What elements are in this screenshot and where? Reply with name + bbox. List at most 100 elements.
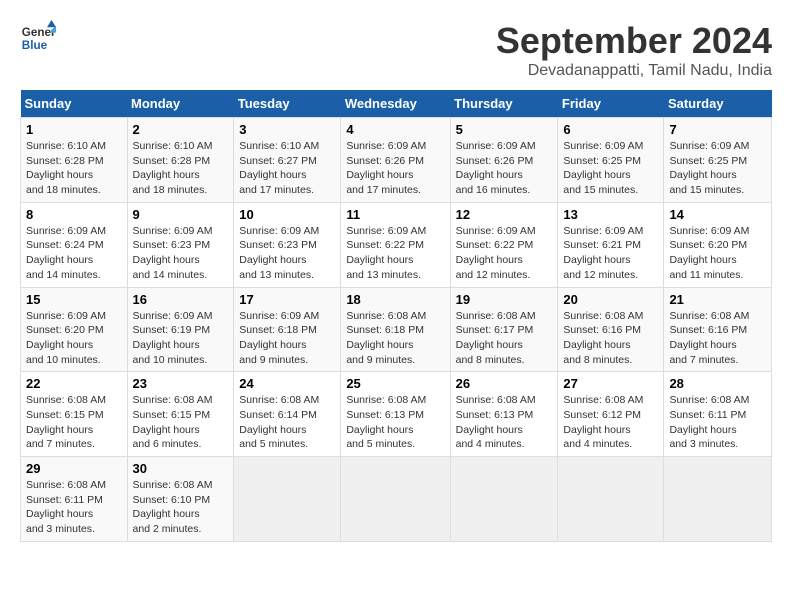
calendar-cell: 29 Sunrise: 6:08 AM Sunset: 6:11 PM Dayl…	[21, 457, 128, 542]
col-thursday: Thursday	[450, 90, 558, 118]
day-number: 27	[563, 376, 658, 391]
col-sunday: Sunday	[21, 90, 128, 118]
day-number: 18	[346, 292, 444, 307]
day-number: 21	[669, 292, 766, 307]
day-number: 24	[239, 376, 335, 391]
day-number: 6	[563, 122, 658, 137]
logo: General Blue	[20, 20, 56, 56]
day-number: 26	[456, 376, 553, 391]
calendar-cell: 8 Sunrise: 6:09 AM Sunset: 6:24 PM Dayli…	[21, 202, 128, 287]
calendar-cell: 11 Sunrise: 6:09 AM Sunset: 6:22 PM Dayl…	[341, 202, 450, 287]
day-number: 16	[133, 292, 229, 307]
day-number: 17	[239, 292, 335, 307]
calendar-subtitle: Devadanappatti, Tamil Nadu, India	[496, 62, 772, 80]
calendar-cell: 7 Sunrise: 6:09 AM Sunset: 6:25 PM Dayli…	[664, 118, 772, 203]
svg-text:General: General	[22, 26, 56, 39]
calendar-row: 22 Sunrise: 6:08 AM Sunset: 6:15 PM Dayl…	[21, 372, 772, 457]
day-number: 22	[26, 376, 122, 391]
day-info: Sunrise: 6:09 AM Sunset: 6:25 PM Dayligh…	[669, 139, 766, 198]
day-info: Sunrise: 6:10 AM Sunset: 6:28 PM Dayligh…	[26, 139, 122, 198]
day-info: Sunrise: 6:09 AM Sunset: 6:25 PM Dayligh…	[563, 139, 658, 198]
calendar-cell	[234, 457, 341, 542]
day-info: Sunrise: 6:08 AM Sunset: 6:13 PM Dayligh…	[346, 393, 444, 452]
day-number: 25	[346, 376, 444, 391]
calendar-cell: 23 Sunrise: 6:08 AM Sunset: 6:15 PM Dayl…	[127, 372, 234, 457]
day-number: 30	[133, 461, 229, 476]
day-info: Sunrise: 6:08 AM Sunset: 6:15 PM Dayligh…	[133, 393, 229, 452]
day-number: 14	[669, 207, 766, 222]
day-info: Sunrise: 6:09 AM Sunset: 6:23 PM Dayligh…	[133, 224, 229, 283]
calendar-cell: 22 Sunrise: 6:08 AM Sunset: 6:15 PM Dayl…	[21, 372, 128, 457]
day-info: Sunrise: 6:08 AM Sunset: 6:17 PM Dayligh…	[456, 309, 553, 368]
calendar-cell: 18 Sunrise: 6:08 AM Sunset: 6:18 PM Dayl…	[341, 287, 450, 372]
day-number: 20	[563, 292, 658, 307]
calendar-table: Sunday Monday Tuesday Wednesday Thursday…	[20, 90, 772, 542]
day-number: 7	[669, 122, 766, 137]
calendar-cell: 6 Sunrise: 6:09 AM Sunset: 6:25 PM Dayli…	[558, 118, 664, 203]
calendar-cell	[558, 457, 664, 542]
day-info: Sunrise: 6:08 AM Sunset: 6:12 PM Dayligh…	[563, 393, 658, 452]
calendar-cell: 26 Sunrise: 6:08 AM Sunset: 6:13 PM Dayl…	[450, 372, 558, 457]
day-number: 12	[456, 207, 553, 222]
calendar-cell: 15 Sunrise: 6:09 AM Sunset: 6:20 PM Dayl…	[21, 287, 128, 372]
day-info: Sunrise: 6:09 AM Sunset: 6:22 PM Dayligh…	[456, 224, 553, 283]
day-number: 11	[346, 207, 444, 222]
day-info: Sunrise: 6:09 AM Sunset: 6:21 PM Dayligh…	[563, 224, 658, 283]
calendar-cell: 21 Sunrise: 6:08 AM Sunset: 6:16 PM Dayl…	[664, 287, 772, 372]
day-info: Sunrise: 6:10 AM Sunset: 6:27 PM Dayligh…	[239, 139, 335, 198]
col-saturday: Saturday	[664, 90, 772, 118]
day-number: 8	[26, 207, 122, 222]
day-number: 19	[456, 292, 553, 307]
day-number: 4	[346, 122, 444, 137]
calendar-row: 29 Sunrise: 6:08 AM Sunset: 6:11 PM Dayl…	[21, 457, 772, 542]
calendar-cell: 5 Sunrise: 6:09 AM Sunset: 6:26 PM Dayli…	[450, 118, 558, 203]
day-number: 5	[456, 122, 553, 137]
day-info: Sunrise: 6:09 AM Sunset: 6:26 PM Dayligh…	[456, 139, 553, 198]
day-info: Sunrise: 6:08 AM Sunset: 6:10 PM Dayligh…	[133, 478, 229, 537]
calendar-cell: 16 Sunrise: 6:09 AM Sunset: 6:19 PM Dayl…	[127, 287, 234, 372]
title-area: September 2024 Devadanappatti, Tamil Nad…	[496, 20, 772, 80]
calendar-cell: 20 Sunrise: 6:08 AM Sunset: 6:16 PM Dayl…	[558, 287, 664, 372]
day-info: Sunrise: 6:09 AM Sunset: 6:24 PM Dayligh…	[26, 224, 122, 283]
col-friday: Friday	[558, 90, 664, 118]
calendar-cell: 19 Sunrise: 6:08 AM Sunset: 6:17 PM Dayl…	[450, 287, 558, 372]
day-info: Sunrise: 6:09 AM Sunset: 6:19 PM Dayligh…	[133, 309, 229, 368]
calendar-cell	[450, 457, 558, 542]
calendar-cell: 14 Sunrise: 6:09 AM Sunset: 6:20 PM Dayl…	[664, 202, 772, 287]
day-number: 10	[239, 207, 335, 222]
calendar-cell: 2 Sunrise: 6:10 AM Sunset: 6:28 PM Dayli…	[127, 118, 234, 203]
col-wednesday: Wednesday	[341, 90, 450, 118]
calendar-cell: 4 Sunrise: 6:09 AM Sunset: 6:26 PM Dayli…	[341, 118, 450, 203]
day-number: 13	[563, 207, 658, 222]
calendar-row: 8 Sunrise: 6:09 AM Sunset: 6:24 PM Dayli…	[21, 202, 772, 287]
calendar-cell: 12 Sunrise: 6:09 AM Sunset: 6:22 PM Dayl…	[450, 202, 558, 287]
header-row: Sunday Monday Tuesday Wednesday Thursday…	[21, 90, 772, 118]
col-monday: Monday	[127, 90, 234, 118]
calendar-cell: 17 Sunrise: 6:09 AM Sunset: 6:18 PM Dayl…	[234, 287, 341, 372]
day-info: Sunrise: 6:08 AM Sunset: 6:16 PM Dayligh…	[669, 309, 766, 368]
calendar-row: 15 Sunrise: 6:09 AM Sunset: 6:20 PM Dayl…	[21, 287, 772, 372]
day-info: Sunrise: 6:08 AM Sunset: 6:15 PM Dayligh…	[26, 393, 122, 452]
day-info: Sunrise: 6:09 AM Sunset: 6:20 PM Dayligh…	[669, 224, 766, 283]
page-header: General Blue September 2024 Devadanappat…	[20, 20, 772, 80]
calendar-cell: 27 Sunrise: 6:08 AM Sunset: 6:12 PM Dayl…	[558, 372, 664, 457]
calendar-cell: 25 Sunrise: 6:08 AM Sunset: 6:13 PM Dayl…	[341, 372, 450, 457]
calendar-cell: 1 Sunrise: 6:10 AM Sunset: 6:28 PM Dayli…	[21, 118, 128, 203]
calendar-title: September 2024	[496, 20, 772, 62]
day-number: 28	[669, 376, 766, 391]
calendar-cell	[664, 457, 772, 542]
calendar-cell: 13 Sunrise: 6:09 AM Sunset: 6:21 PM Dayl…	[558, 202, 664, 287]
day-number: 23	[133, 376, 229, 391]
calendar-cell: 10 Sunrise: 6:09 AM Sunset: 6:23 PM Dayl…	[234, 202, 341, 287]
day-number: 1	[26, 122, 122, 137]
calendar-cell: 28 Sunrise: 6:08 AM Sunset: 6:11 PM Dayl…	[664, 372, 772, 457]
day-info: Sunrise: 6:08 AM Sunset: 6:11 PM Dayligh…	[26, 478, 122, 537]
day-number: 2	[133, 122, 229, 137]
day-info: Sunrise: 6:08 AM Sunset: 6:13 PM Dayligh…	[456, 393, 553, 452]
calendar-cell: 30 Sunrise: 6:08 AM Sunset: 6:10 PM Dayl…	[127, 457, 234, 542]
day-info: Sunrise: 6:10 AM Sunset: 6:28 PM Dayligh…	[133, 139, 229, 198]
day-info: Sunrise: 6:09 AM Sunset: 6:20 PM Dayligh…	[26, 309, 122, 368]
day-info: Sunrise: 6:09 AM Sunset: 6:26 PM Dayligh…	[346, 139, 444, 198]
day-number: 9	[133, 207, 229, 222]
day-number: 3	[239, 122, 335, 137]
